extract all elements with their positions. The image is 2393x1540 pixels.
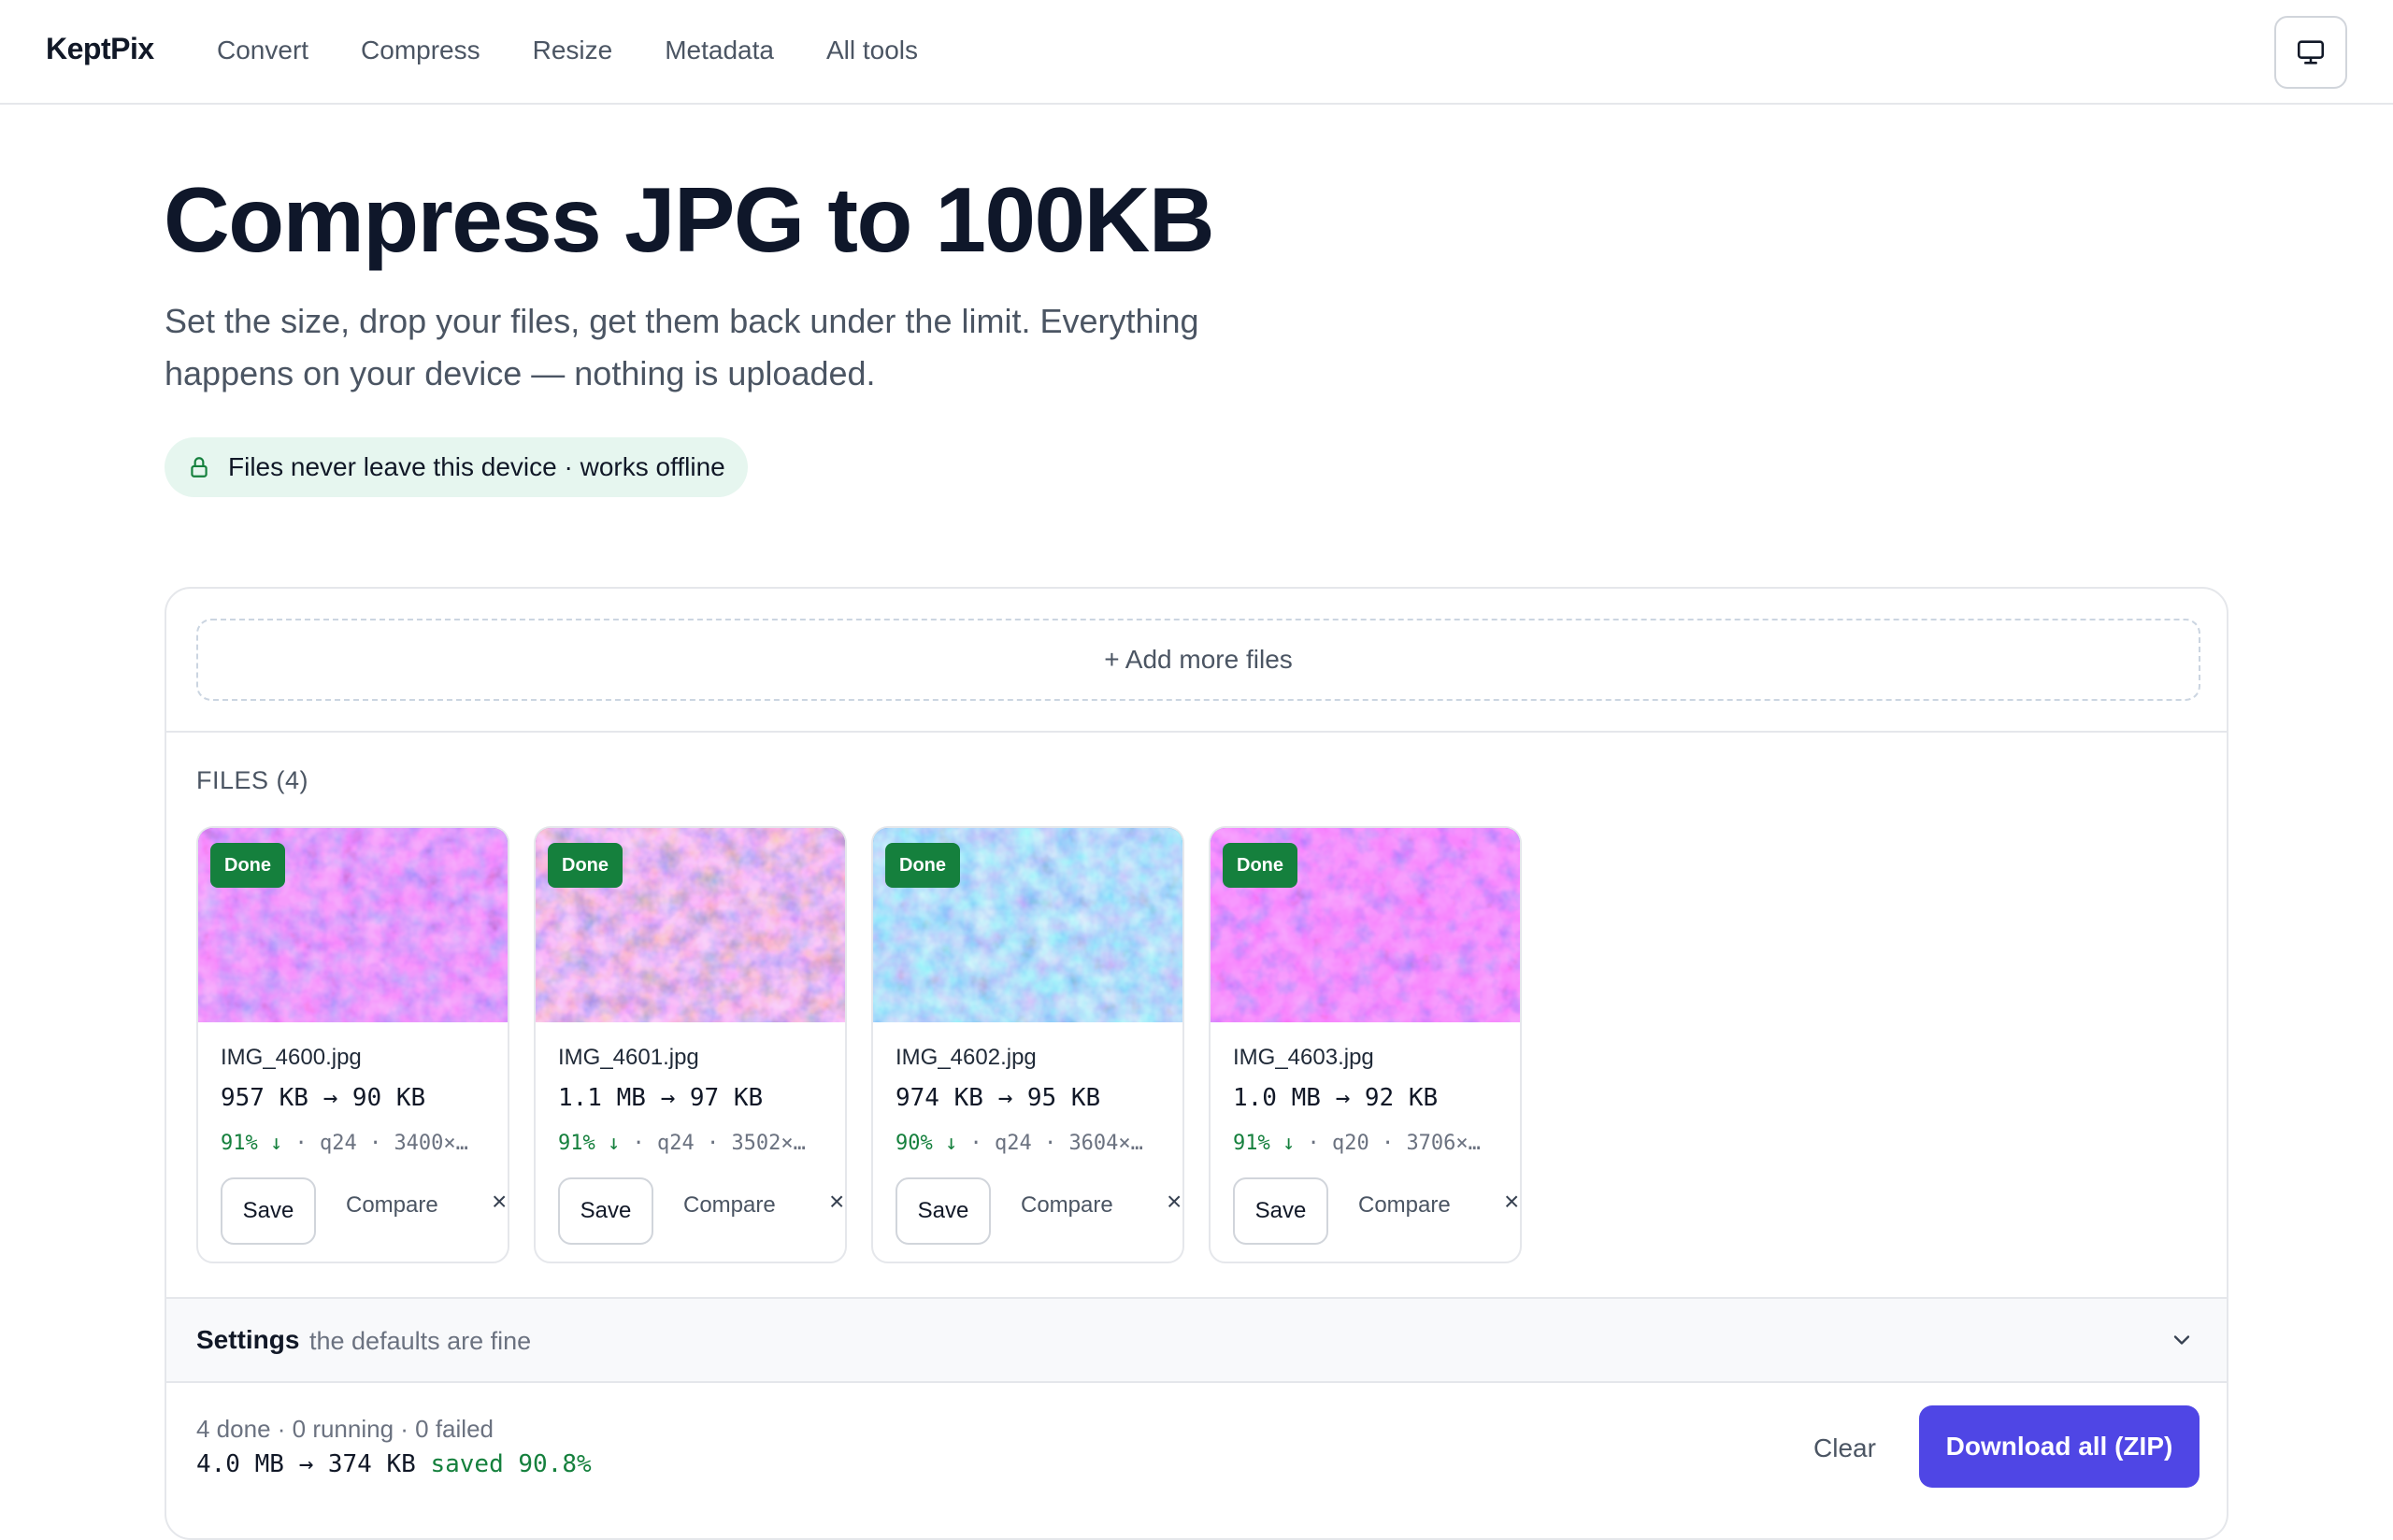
file-size-change: 957 KB → 90 KB (221, 1084, 426, 1112)
settings-title: Settings (196, 1325, 300, 1354)
nav-convert[interactable]: Convert (217, 36, 308, 65)
main-nav: Convert Compress Resize Metadata All too… (217, 36, 970, 65)
file-name: IMG_4602.jpg (896, 1045, 1037, 1070)
monitor-icon (2297, 40, 2325, 64)
file-meta-details: · q20 · 3706×… (1295, 1132, 1481, 1155)
file-card: Done IMG_4601.jpg 1.1 MB → 97 KB 91% ↓ ·… (534, 826, 847, 1263)
nav-resize[interactable]: Resize (533, 36, 613, 65)
file-thumbnail[interactable]: Done (873, 828, 1182, 1022)
save-button[interactable]: Save (221, 1177, 316, 1245)
file-meta: 91% ↓ · q24 · 3400×… (221, 1132, 501, 1155)
file-card: Done IMG_4602.jpg 974 KB → 95 KB 90% ↓ ·… (871, 826, 1184, 1263)
file-thumbnail[interactable]: Done (1211, 828, 1520, 1022)
close-icon[interactable]: × (1504, 1189, 1519, 1215)
status-badge: Done (548, 843, 623, 888)
page-subtitle: Set the size, drop your files, get them … (165, 302, 1199, 392)
file-name: IMG_4600.jpg (221, 1045, 362, 1070)
nav-compress[interactable]: Compress (361, 36, 480, 65)
page-title: Compress JPG to 100KB (164, 168, 1215, 271)
status-badge: Done (885, 843, 960, 888)
reduction-percent: 91% ↓ (1233, 1132, 1296, 1155)
file-card-list: Done IMG_4600.jpg 957 KB → 90 KB 91% ↓ ·… (196, 826, 1522, 1263)
status-badge: Done (1223, 843, 1297, 888)
total-size-change: 4.0 MB → 374 KB (196, 1450, 431, 1478)
status-badge: Done (210, 843, 285, 888)
file-size-change: 1.1 MB → 97 KB (558, 1084, 764, 1112)
reduction-percent: 90% ↓ (896, 1132, 958, 1155)
save-button[interactable]: Save (1233, 1177, 1328, 1245)
close-icon[interactable]: × (1167, 1189, 1182, 1215)
compare-button[interactable]: Compare (683, 1192, 776, 1219)
theme-toggle-button[interactable] (2274, 16, 2347, 89)
close-icon[interactable]: × (492, 1189, 507, 1215)
nav-all-tools[interactable]: All tools (826, 36, 918, 65)
reduction-percent: 91% ↓ (221, 1132, 283, 1155)
top-navbar: KeptPix Convert Compress Resize Metadata… (0, 0, 2393, 105)
compare-button[interactable]: Compare (1021, 1192, 1113, 1219)
file-thumbnail[interactable]: Done (198, 828, 508, 1022)
lock-icon (191, 457, 208, 478)
file-size-change: 974 KB → 95 KB (896, 1084, 1101, 1112)
file-size-change: 1.0 MB → 92 KB (1233, 1084, 1439, 1112)
file-meta: 90% ↓ · q24 · 3604×… (896, 1132, 1176, 1155)
settings-accordion[interactable]: Settings the defaults are fine (166, 1297, 2227, 1383)
job-status: 4 done · 0 running · 0 failed (196, 1415, 494, 1443)
clear-button[interactable]: Clear (1813, 1433, 1876, 1463)
files-count-label: FILES (4) (196, 766, 309, 794)
save-button[interactable]: Save (896, 1177, 991, 1245)
privacy-badge-label: Files never leave this device · works of… (228, 452, 725, 481)
file-card: Done IMG_4600.jpg 957 KB → 90 KB 91% ↓ ·… (196, 826, 509, 1263)
download-all-button[interactable]: Download all (ZIP) (1919, 1405, 2200, 1488)
file-name: IMG_4603.jpg (1233, 1045, 1374, 1070)
file-meta: 91% ↓ · q20 · 3706×… (1233, 1132, 1513, 1155)
close-icon[interactable]: × (829, 1189, 844, 1215)
file-meta: 91% ↓ · q24 · 3502×… (558, 1132, 838, 1155)
file-meta-details: · q24 · 3604×… (957, 1132, 1143, 1155)
brand-logo[interactable]: KeptPix (46, 32, 154, 66)
compare-button[interactable]: Compare (346, 1192, 438, 1219)
settings-hint: the defaults are fine (309, 1327, 532, 1355)
file-card: Done IMG_4603.jpg 1.0 MB → 92 KB 91% ↓ ·… (1209, 826, 1522, 1263)
reduction-percent: 91% ↓ (558, 1132, 621, 1155)
compress-panel: + Add more files FILES (4) Done IMG_4600… (165, 587, 2228, 1540)
compare-button[interactable]: Compare (1358, 1192, 1451, 1219)
total-savings: 4.0 MB → 374 KB saved 90.8% (196, 1450, 592, 1478)
chevron-down-icon[interactable] (2169, 1327, 2195, 1353)
saved-percent: saved 90.8% (430, 1450, 592, 1478)
file-thumbnail[interactable]: Done (536, 828, 845, 1022)
file-meta-details: · q24 · 3400×… (282, 1132, 468, 1155)
nav-metadata[interactable]: Metadata (665, 36, 774, 65)
file-name: IMG_4601.jpg (558, 1045, 699, 1070)
add-files-dropzone[interactable]: + Add more files (196, 619, 2200, 701)
file-meta-details: · q24 · 3502×… (620, 1132, 806, 1155)
privacy-badge: Files never leave this device · works of… (165, 437, 748, 497)
save-button[interactable]: Save (558, 1177, 653, 1245)
